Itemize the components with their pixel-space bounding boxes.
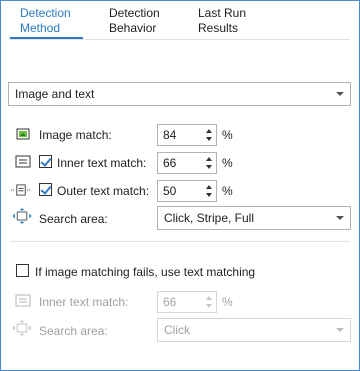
tab-detection-behavior[interactable]: Detection Behavior xyxy=(109,6,160,36)
spin-down-icon[interactable] xyxy=(206,137,212,141)
chevron-down-icon xyxy=(336,216,344,220)
detection-method-value: Image and text xyxy=(15,87,95,101)
tab-label-line2: Behavior xyxy=(109,21,157,35)
chevron-down-icon xyxy=(336,328,344,332)
spin-up-icon[interactable] xyxy=(206,185,212,189)
tab-label-line1: Detection xyxy=(20,6,71,20)
detection-method-select[interactable]: Image and text xyxy=(8,82,351,106)
outer-text-match-label: Outer text match: xyxy=(57,184,150,198)
tab-label-line1: Last Run xyxy=(198,6,247,20)
tab-last-run-results[interactable]: Last Run Results xyxy=(198,6,246,36)
inner-text-match-input[interactable] xyxy=(158,153,203,173)
inner-text-icon xyxy=(15,155,31,168)
fallback-inner-text-match-unit: % xyxy=(222,295,233,309)
fallback-text-matching-checkbox[interactable] xyxy=(16,264,29,277)
inner-text-match-spinner[interactable] xyxy=(157,152,217,174)
spin-down-icon[interactable] xyxy=(206,193,212,197)
properties-panel: Detection Method Detection Behavior Last… xyxy=(0,0,360,371)
chevron-down-icon xyxy=(336,92,344,96)
tab-divider xyxy=(10,39,350,40)
fallback-search-area-label: Search area: xyxy=(39,324,108,338)
inner-text-match-label: Inner text match: xyxy=(57,156,147,170)
fallback-text-matching-label: If image matching fails, use text matchi… xyxy=(35,265,256,279)
tab-bar: Detection Method Detection Behavior Last… xyxy=(1,1,359,41)
inner-text-match-checkbox[interactable] xyxy=(39,155,52,168)
fallback-inner-text-match-spinner[interactable] xyxy=(157,291,217,313)
tab-label-line1: Detection xyxy=(109,6,160,20)
fallback-search-area-select[interactable]: Click xyxy=(157,318,351,342)
spin-down-icon[interactable] xyxy=(206,304,212,308)
outer-text-match-unit: % xyxy=(222,184,233,198)
fallback-inner-text-match-input[interactable] xyxy=(158,292,203,312)
section-divider xyxy=(10,241,350,242)
search-area-icon xyxy=(12,208,32,224)
inner-text-match-unit: % xyxy=(222,156,233,170)
fallback-search-area-value: Click xyxy=(164,323,190,337)
spin-up-icon[interactable] xyxy=(206,157,212,161)
fallback-inner-text-match-label: Inner text match: xyxy=(39,295,129,309)
tab-label-line2: Method xyxy=(20,21,61,35)
search-area-select[interactable]: Click, Stripe, Full xyxy=(157,206,351,230)
image-match-unit: % xyxy=(222,128,233,142)
image-match-spinner[interactable] xyxy=(157,124,217,146)
spin-up-icon[interactable] xyxy=(206,129,212,133)
spin-down-icon[interactable] xyxy=(206,165,212,169)
tab-label-line2: Results xyxy=(198,21,239,35)
outer-text-match-checkbox[interactable] xyxy=(39,183,52,196)
image-match-icon xyxy=(16,128,30,140)
outer-text-match-spinner[interactable] xyxy=(157,180,217,202)
image-match-input[interactable] xyxy=(158,125,203,145)
outer-text-match-input[interactable] xyxy=(158,181,203,201)
inner-text-icon xyxy=(15,294,31,307)
spin-up-icon[interactable] xyxy=(206,296,212,300)
tab-detection-method[interactable]: Detection Method xyxy=(20,6,71,36)
search-area-icon xyxy=(12,320,32,336)
outer-text-icon xyxy=(10,184,32,196)
search-area-value: Click, Stripe, Full xyxy=(164,211,255,225)
search-area-label: Search area: xyxy=(39,212,108,226)
image-match-label: Image match: xyxy=(39,128,112,142)
